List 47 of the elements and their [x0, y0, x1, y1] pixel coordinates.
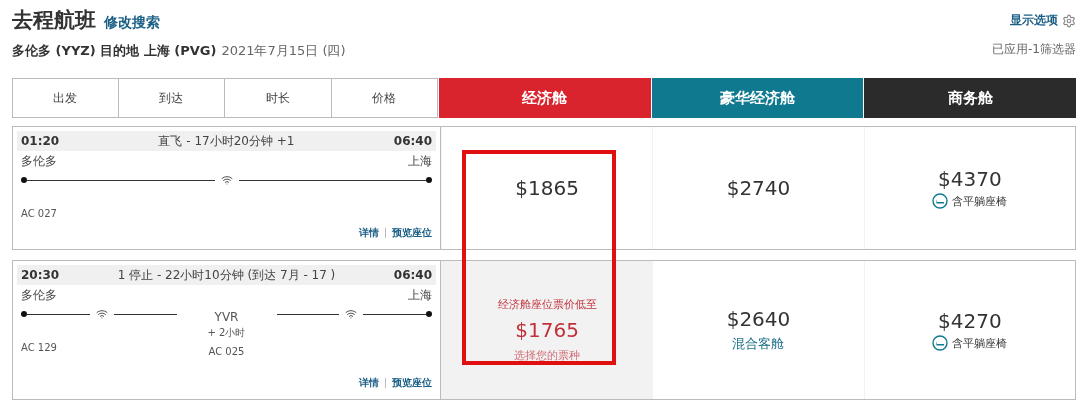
origin-city: 多伦多	[21, 287, 57, 304]
depart-time: 20:30	[21, 268, 60, 282]
flight-summary: 1 停止 - 22小时10分钟 (到达 7月 - 17 )	[117, 266, 336, 284]
flight-summary: 直飞 - 17小时20分钟 +1	[158, 132, 295, 150]
fare-price: $4370	[938, 167, 1002, 191]
flight-number: AC 129	[21, 342, 58, 353]
layover-time: + 2小时	[207, 326, 246, 340]
sort-tab[interactable]: 到达	[118, 78, 225, 118]
fare-price: $2640	[726, 307, 791, 331]
fare-cell[interactable]: 经济舱座位票价低至 $1765 选择您的票种	[441, 261, 653, 399]
display-options-link[interactable]: 显示选项	[1010, 12, 1058, 29]
page-title: 去程航班	[12, 7, 96, 34]
flat-seat-icon	[932, 193, 949, 209]
date-text: 2021年7月15日 (四)	[221, 43, 346, 58]
details-link[interactable]: 详情	[359, 376, 379, 390]
filters-applied: 已应用-1筛选器	[992, 41, 1076, 58]
mixed-cabin-note: 混合客舱	[732, 335, 785, 353]
seat-note: 含平躺座椅	[952, 193, 1008, 209]
seat-note: 含平躺座椅	[952, 335, 1008, 351]
fare-price: $1765	[515, 318, 579, 342]
stop-code: YVR	[214, 309, 239, 322]
sort-tab[interactable]: 时长	[225, 78, 332, 118]
origin-city: 多伦多	[21, 153, 57, 170]
fare-label: 经济舱座位票价低至	[497, 297, 597, 312]
sort-tab[interactable]: 价格	[331, 78, 438, 118]
fare-price: $1865	[515, 176, 579, 200]
fare-price: $2740	[726, 176, 791, 200]
destination-city: 上海	[408, 153, 432, 170]
arrive-time: 06:40	[393, 134, 432, 148]
seat-preview-link[interactable]: 预览座位	[392, 376, 432, 390]
sort-tab[interactable]: 出发	[12, 78, 119, 118]
flat-seat-icon	[932, 335, 949, 351]
fare-hint: 选择您的票种	[514, 348, 581, 363]
cabin-header: 商务舱	[864, 78, 1076, 118]
cabin-header: 豪华经济舱	[651, 78, 864, 118]
settings-icon[interactable]	[1062, 13, 1076, 28]
depart-time: 01:20	[21, 134, 60, 148]
details-link[interactable]: 详情	[359, 226, 379, 240]
arrive-time: 06:40	[393, 268, 432, 282]
destination-city: 上海	[408, 287, 432, 304]
seat-preview-link[interactable]: 预览座位	[392, 226, 432, 240]
flight-number: AC 025	[208, 346, 245, 357]
modify-search-link[interactable]: 修改搜索	[104, 14, 160, 32]
flight-number: AC 027	[21, 208, 58, 219]
cabin-header: 经济舱	[439, 78, 651, 118]
route-text: 多伦多 (YYZ) 目的地 上海 (PVG)	[12, 43, 217, 58]
fare-price: $4270	[938, 309, 1002, 333]
